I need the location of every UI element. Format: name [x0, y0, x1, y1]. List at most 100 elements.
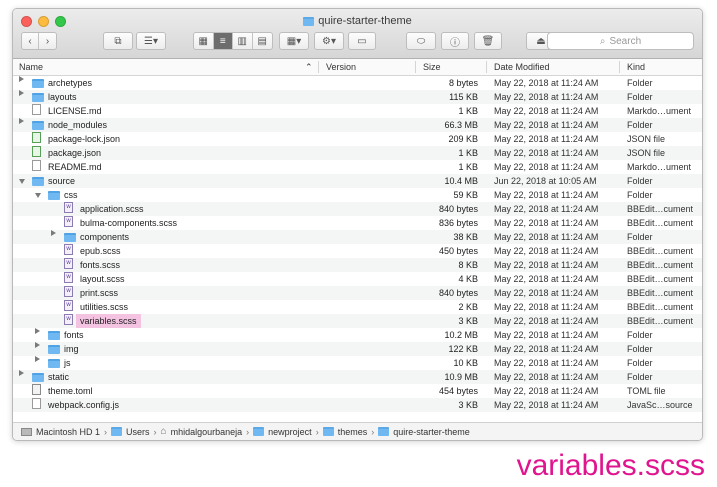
file-kind: BBEdit…cument [627, 302, 694, 312]
file-row[interactable]: css 59 KB May 22, 2018 at 11:24 AM Folder [13, 188, 702, 202]
disclosure-closed-icon[interactable] [19, 118, 24, 124]
file-row[interactable]: w fonts.scss 8 KB May 22, 2018 at 11:24 AM B… [13, 258, 702, 272]
file-row[interactable]: source 10.4 MB Jun 22, 2018 at 10:05 AM Fol… [13, 174, 702, 188]
file-kind: Folder [627, 358, 653, 368]
column-view-button[interactable]: ▥ [233, 33, 253, 49]
view-mode-control: ▦ ≡ ▥ ▤ [193, 32, 273, 50]
col-name[interactable]: Name [19, 62, 43, 72]
disclosure-closed-icon[interactable] [51, 230, 56, 236]
window-title-text: quire-starter-theme [318, 15, 412, 27]
file-kind: BBEdit…cument [627, 260, 694, 270]
col-kind[interactable]: Kind [627, 62, 645, 72]
col-version[interactable]: Version [326, 62, 356, 72]
disclosure-open-icon[interactable] [35, 193, 41, 198]
file-row[interactable]: README.md 1 KB May 22, 2018 at 11:24 AM Mar… [13, 160, 702, 174]
path-item[interactable]: mhidalgourbaneja [171, 427, 243, 437]
search-field[interactable]: ⌕ Search [547, 32, 694, 50]
file-row[interactable]: components 38 KB May 22, 2018 at 11:24 AM F… [13, 230, 702, 244]
group-button[interactable]: ▦▾ [279, 32, 309, 50]
folder-icon [64, 233, 76, 242]
file-date: May 22, 2018 at 11:24 AM [494, 162, 599, 172]
disclosure-closed-icon[interactable] [19, 370, 24, 376]
file-kind: Folder [627, 176, 653, 186]
file-name: static [48, 372, 70, 382]
col-date[interactable]: Date Modified [494, 62, 550, 72]
file-row[interactable]: w layout.scss 4 KB May 22, 2018 at 11:24 AM… [13, 272, 702, 286]
file-row[interactable]: w print.scss 840 bytes May 22, 2018 at 11:2… [13, 286, 702, 300]
folder-icon [48, 191, 60, 200]
disclosure-closed-icon[interactable] [19, 90, 24, 96]
file-row[interactable]: archetypes 8 bytes May 22, 2018 at 11:24 A… [13, 76, 702, 90]
home-icon: ⌂ [160, 426, 167, 437]
forward-button[interactable]: › [39, 33, 56, 49]
file-row[interactable]: LICENSE.md 1 KB May 22, 2018 at 11:24 AM Ma… [13, 104, 702, 118]
file-date: May 22, 2018 at 11:24 AM [494, 302, 599, 312]
gallery-view-button[interactable]: ▤ [253, 33, 272, 49]
disclosure-closed-icon[interactable] [35, 342, 40, 348]
file-size: 10 KB [453, 358, 478, 368]
tags-button[interactable]: ⬭ [406, 32, 436, 50]
file-size: 3 KB [458, 400, 478, 410]
back-button[interactable]: ‹ [22, 33, 40, 49]
file-row[interactable]: w variables.scss 3 KB May 22, 2018 at 11:24… [13, 314, 702, 328]
file-row[interactable]: layouts 115 KB May 22, 2018 at 11:24 AM Fol… [13, 90, 702, 104]
file-size: 450 bytes [438, 246, 478, 256]
file-date: May 22, 2018 at 11:24 AM [494, 218, 599, 228]
path-item[interactable]: quire-starter-theme [393, 427, 470, 437]
file-row[interactable]: webpack.config.js 3 KB May 22, 2018 at 11:… [13, 398, 702, 412]
file-row[interactable]: w utilities.scss 2 KB May 22, 2018 at 11:24… [13, 300, 702, 314]
file-kind: BBEdit…cument [627, 274, 694, 284]
disclosure-closed-icon[interactable] [19, 76, 24, 82]
file-row[interactable]: package-lock.json 209 KB May 22, 2018 at 1… [13, 132, 702, 146]
folder-icon [32, 93, 44, 102]
file-row[interactable]: w bulma-components.scss 836 bytes May 22, 2… [13, 216, 702, 230]
path-item[interactable]: themes [338, 427, 368, 437]
file-row[interactable]: fonts 10.2 MB May 22, 2018 at 11:24 AM Fold… [13, 328, 702, 342]
trash-button[interactable]: 🗑 [474, 32, 502, 50]
file-row[interactable]: w epub.scss 450 bytes May 22, 2018 at 11:24… [13, 244, 702, 258]
file-kind: Folder [627, 78, 653, 88]
new-folder-icon: ⧉ [114, 35, 122, 47]
file-row[interactable]: theme.toml 454 bytes May 22, 2018 at 11:24… [13, 384, 702, 398]
scss-file-icon: w [64, 258, 73, 269]
eject-icon: ⏏ [536, 35, 546, 47]
file-name: components [80, 232, 130, 242]
file-date: May 22, 2018 at 11:24 AM [494, 260, 599, 270]
folder-icon [48, 359, 60, 368]
file-name: utilities.scss [80, 302, 129, 312]
get-info-button[interactable]: ⓘ [441, 32, 469, 50]
icon-view-button[interactable]: ▦ [194, 33, 214, 49]
disclosure-open-icon[interactable] [19, 179, 25, 184]
folder-icon [48, 331, 60, 340]
scss-file-icon: w [64, 286, 73, 297]
file-row[interactable]: js 10 KB May 22, 2018 at 11:24 AM Folder [13, 356, 702, 370]
arrange-button[interactable]: ☰▾ [136, 32, 166, 50]
file-size: 1 KB [458, 162, 478, 172]
path-item[interactable]: newproject [268, 427, 312, 437]
file-date: May 22, 2018 at 11:24 AM [494, 274, 599, 284]
connect-button[interactable]: ▭ [348, 32, 376, 50]
hard-disk-icon [21, 427, 32, 436]
file-row[interactable]: package.json 1 KB May 22, 2018 at 11:24 AM… [13, 146, 702, 160]
chevron-right-icon: › [104, 426, 108, 437]
file-row[interactable]: static 10.9 MB May 22, 2018 at 11:24 AM Fol… [13, 370, 702, 384]
list-view-button[interactable]: ≡ [213, 33, 233, 49]
json-file-icon [32, 132, 41, 143]
file-name: img [64, 344, 79, 354]
file-size: 2 KB [458, 302, 478, 312]
folder-icon [32, 121, 44, 130]
new-folder-button[interactable]: ⧉ [103, 32, 133, 50]
action-button[interactable]: ⚙▾ [314, 32, 344, 50]
path-item[interactable]: Users [126, 427, 150, 437]
file-size: 10.4 MB [444, 176, 478, 186]
file-date: Jun 22, 2018 at 10:05 AM [494, 176, 597, 186]
folder-icon [303, 16, 315, 26]
disclosure-closed-icon[interactable] [35, 356, 40, 362]
file-row[interactable]: img 122 KB May 22, 2018 at 11:24 AM Folder [13, 342, 702, 356]
col-size[interactable]: Size [423, 62, 441, 72]
path-item[interactable]: Macintosh HD 1 [36, 427, 100, 437]
icon-grid-icon: ▦ [198, 35, 208, 47]
file-row[interactable]: w application.scss 840 bytes May 22, 2018 a… [13, 202, 702, 216]
file-row[interactable]: node_modules 66.3 MB May 22, 2018 at 11:24… [13, 118, 702, 132]
disclosure-closed-icon[interactable] [35, 328, 40, 334]
